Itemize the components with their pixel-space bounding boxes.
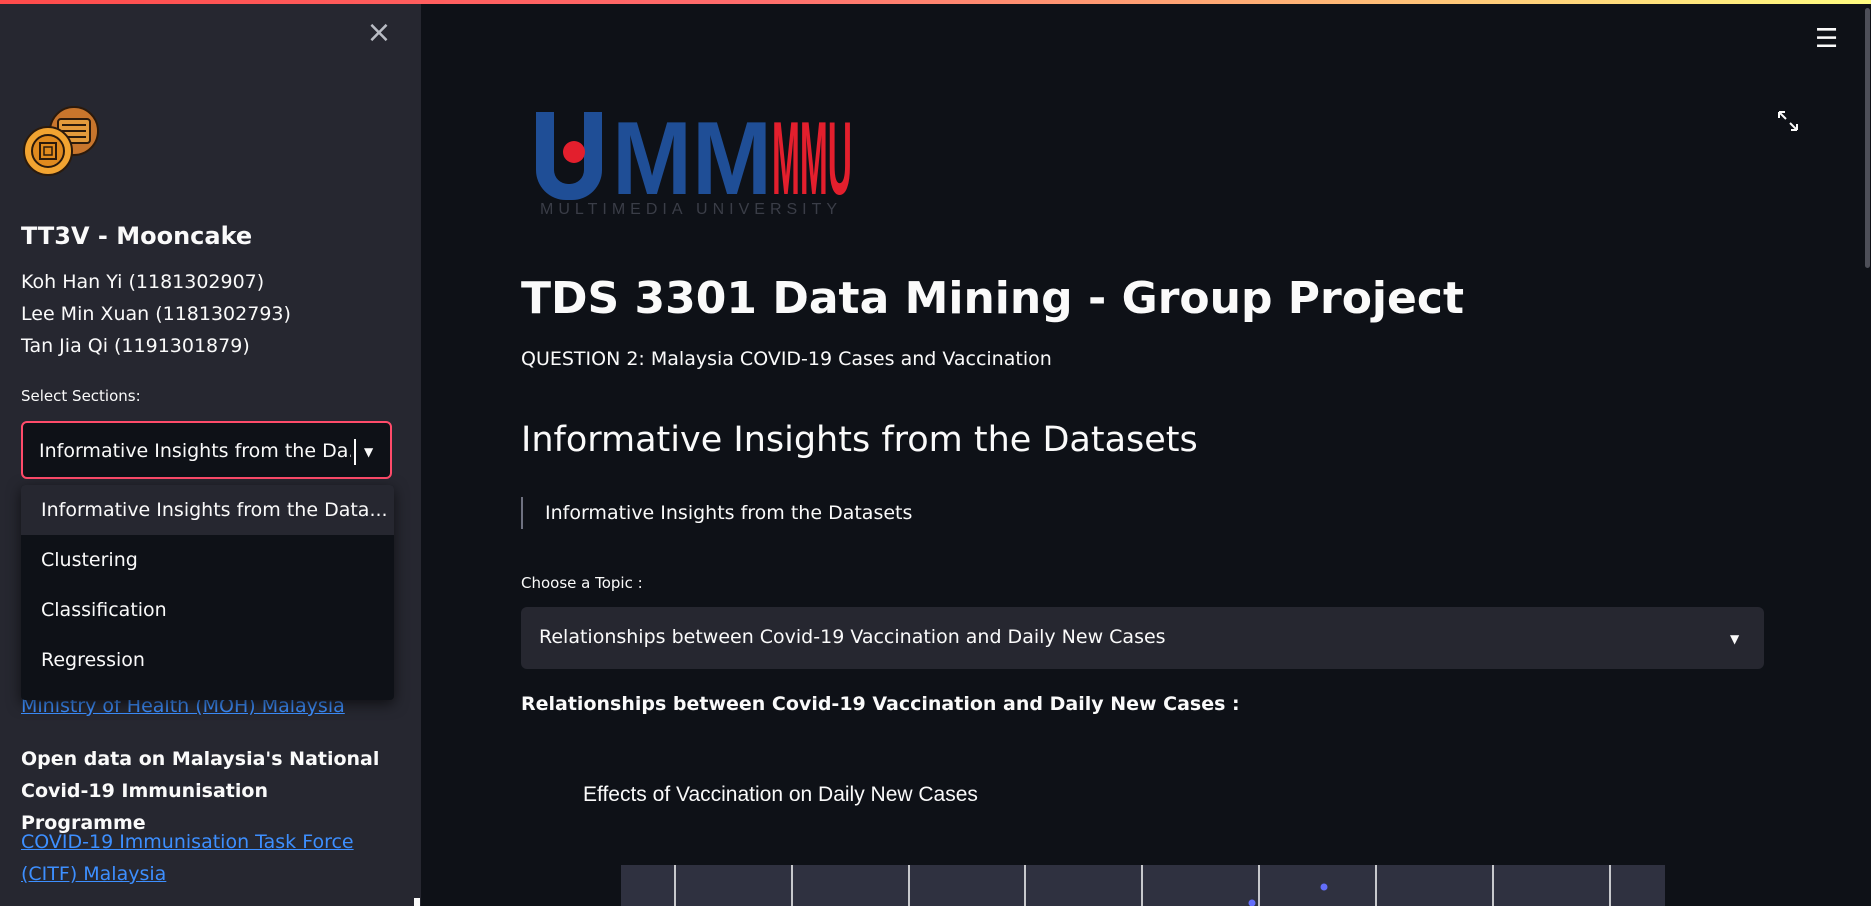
mmu-logo: MM MMU MULTIMEDIA UNIVERSITY (536, 104, 852, 216)
chevron-down-icon[interactable]: ▼ (364, 440, 373, 464)
member-2: Lee Min Xuan (1181302793) (21, 303, 291, 325)
scatter-plot-area[interactable] (621, 865, 1665, 906)
topic-select-value: Relationships between Covid-19 Vaccinati… (539, 626, 1166, 648)
select-sections-label: Select Sections: (21, 387, 141, 405)
section-title: Informative Insights from the Datasets (521, 420, 1198, 460)
sections-select-value: Informative Insights from the Da... (39, 440, 351, 462)
scatter-point (1320, 883, 1328, 891)
sections-dropdown-menu: Informative Insights from the Data... Cl… (21, 485, 394, 700)
page-title: TDS 3301 Data Mining - Group Project (521, 273, 1464, 324)
select-divider (354, 439, 356, 465)
topic-select[interactable]: Relationships between Covid-19 Vaccinati… (521, 607, 1764, 669)
mooncake-logo-icon (23, 106, 99, 176)
immunisation-heading: Open data on Malaysia's National Covid-1… (21, 748, 380, 834)
page-subtitle: QUESTION 2: Malaysia COVID-19 Cases and … (521, 348, 1052, 370)
topic-label: Choose a Topic : (521, 574, 643, 592)
sidebar: × TT3V - Mooncake Koh Han Yi (1181302907… (0, 0, 421, 906)
dropdown-option-regression[interactable]: Regression (21, 635, 394, 685)
mmu-logo-subtext: MULTIMEDIA UNIVERSITY (540, 201, 842, 216)
citf-link-line-1[interactable]: COVID-19 Immunisation Task Force (21, 826, 354, 858)
expand-icon[interactable] (1777, 110, 1799, 132)
main-content: ☰ MM MMU MULTIMEDIA UNIVERSITY TDS 3301 … (421, 0, 1871, 906)
member-1: Koh Han Yi (1181302907) (21, 271, 265, 293)
citf-link-line-2[interactable]: (CITF) Malaysia (21, 858, 166, 890)
hamburger-menu-icon[interactable]: ☰ (1815, 26, 1838, 52)
dropdown-option-clustering[interactable]: Clustering (21, 535, 394, 585)
close-icon[interactable]: × (366, 18, 392, 48)
chart-title: Effects of Vaccination on Daily New Case… (583, 783, 978, 806)
member-3: Tan Jia Qi (1191301879) (21, 335, 250, 357)
top-decoration-bar (0, 0, 1871, 4)
section-quote: Informative Insights from the Datasets (521, 497, 912, 529)
main-scrollbar[interactable] (1865, 8, 1870, 268)
team-name: TT3V - Mooncake (21, 222, 253, 250)
dropdown-option-insights[interactable]: Informative Insights from the Data... (21, 485, 394, 535)
sections-select[interactable]: Informative Insights from the Da... ▼ (21, 421, 392, 479)
svg-text:MMU: MMU (772, 104, 852, 216)
sidebar-resize-handle[interactable] (414, 898, 420, 906)
topic-heading: Relationships between Covid-19 Vaccinati… (521, 693, 1240, 715)
chevron-down-icon[interactable]: ▼ (1730, 627, 1739, 651)
dropdown-option-classification[interactable]: Classification (21, 585, 394, 635)
svg-text:MM: MM (612, 104, 772, 216)
